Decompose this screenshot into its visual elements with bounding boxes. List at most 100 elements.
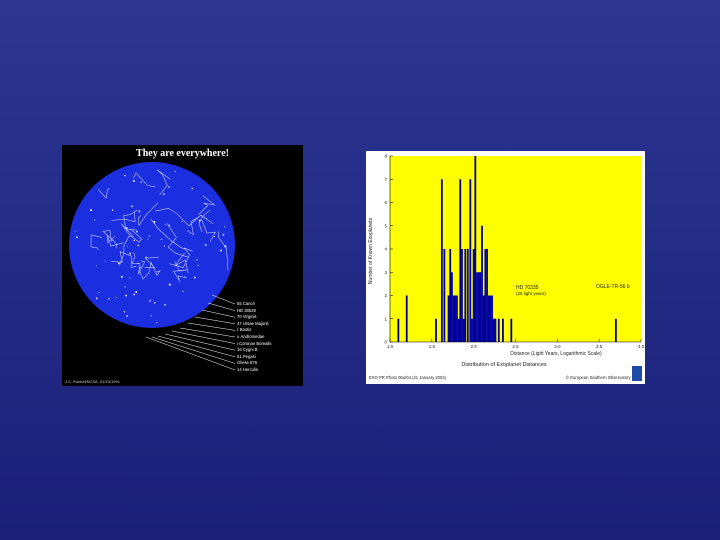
- x-tick-label: 2.5: [512, 344, 519, 349]
- star: [222, 234, 225, 236]
- sky-legend-item: υ Andromedae: [237, 334, 265, 339]
- sky-legend-item: 70 Virginis: [237, 314, 257, 320]
- star: [184, 276, 186, 278]
- star: [168, 224, 171, 227]
- star: [164, 223, 166, 225]
- x-tick-label: 2.0: [471, 344, 478, 349]
- sky-legend-item: 55 Cancri: [237, 301, 255, 306]
- histogram-bar: [482, 295, 485, 342]
- sky-map-panel: They are everywhere! 55 Cancri HD 38529 70…: [62, 145, 303, 386]
- star: [127, 245, 128, 247]
- star: [94, 219, 96, 221]
- histogram-bar: [492, 318, 495, 342]
- histogram-bar: [472, 249, 475, 342]
- star: [150, 315, 152, 317]
- star: [115, 297, 117, 298]
- histogram-bar: [452, 295, 455, 342]
- star: [140, 181, 142, 183]
- y-axis-label: Number of Known Exoplanets: [368, 217, 374, 284]
- star: [124, 174, 126, 177]
- sky-legend-item: 51 Pegasi: [237, 353, 256, 359]
- histogram-footer-right: © European Southern Observatory: [566, 375, 631, 380]
- star: [204, 244, 207, 246]
- star: [179, 281, 181, 283]
- histogram-bar: [487, 295, 490, 342]
- star: [126, 315, 128, 317]
- star: [153, 221, 156, 223]
- histogram-bar: [397, 318, 400, 342]
- legend-pointer-line: [201, 309, 236, 318]
- legend-pointer-line: [187, 322, 236, 331]
- star: [168, 186, 170, 188]
- star: [112, 239, 114, 241]
- legend-pointer-line: [157, 335, 236, 358]
- histogram-bar: [459, 179, 462, 342]
- y-tick-label: 6: [384, 200, 387, 205]
- histogram-bar: [440, 179, 443, 342]
- star: [98, 292, 100, 294]
- star: [213, 235, 216, 238]
- star: [126, 227, 128, 229]
- annotation-hd-sub: (25 light years): [516, 291, 546, 296]
- sky-disk: [69, 162, 235, 328]
- histogram-bar: [462, 318, 465, 342]
- star: [108, 298, 110, 300]
- histogram-bar: [466, 249, 469, 342]
- star: [182, 290, 184, 292]
- star: [150, 299, 152, 301]
- sky-legend-item: HD 38529: [237, 307, 256, 313]
- histogram-bar: [435, 318, 437, 342]
- sky-legend-item: Gliese 876: [237, 360, 258, 366]
- star: [224, 245, 227, 248]
- histogram-bar: [449, 249, 452, 342]
- star: [168, 283, 171, 286]
- x-tick-label: 3.0: [554, 344, 561, 349]
- annotation-ogle: OGLE-TR-56 b: [596, 284, 630, 290]
- star: [129, 252, 132, 255]
- x-tick-label: 3.5: [596, 344, 603, 349]
- sky-legend-item: 16 Cygni B: [237, 347, 258, 353]
- legend-pointer-line: [211, 294, 236, 305]
- star: [97, 249, 99, 250]
- histogram-bar: [491, 295, 493, 342]
- star: [76, 236, 78, 238]
- star: [95, 297, 98, 300]
- y-tick-label: 2: [384, 293, 387, 298]
- y-tick-label: 1: [384, 316, 387, 321]
- star: [196, 259, 198, 261]
- histogram-bar: [489, 295, 492, 342]
- star: [139, 266, 141, 269]
- y-tick-label: 7: [384, 177, 387, 182]
- star: [90, 209, 92, 212]
- histogram-bar: [457, 318, 460, 342]
- star: [162, 193, 165, 195]
- histogram-bar: [481, 225, 483, 342]
- star: [148, 300, 151, 303]
- histogram-bar: [476, 272, 478, 342]
- star: [219, 249, 222, 252]
- x-axis-label: Distance (Light Years, Logarithmic Scale…: [510, 351, 602, 357]
- star: [137, 262, 139, 264]
- x-tick-label: 4.0: [638, 344, 645, 349]
- legend-pointer-line: [145, 336, 236, 371]
- star: [111, 209, 114, 211]
- histogram-bar: [405, 295, 408, 342]
- histogram-chart: 1.0 1.5 2.0 2.5 3.0 3.5 4.0012345678 Distribut…: [368, 154, 645, 369]
- star: [129, 277, 131, 279]
- legend-pointer-line: [171, 330, 236, 344]
- star: [133, 239, 135, 242]
- histogram-bar: [464, 249, 467, 342]
- star: [137, 244, 140, 247]
- y-tick-label: 4: [384, 247, 387, 252]
- star: [135, 291, 138, 294]
- star: [117, 262, 120, 265]
- star: [131, 205, 133, 208]
- histogram-bar: [510, 318, 513, 342]
- y-tick-label: 5: [384, 223, 387, 228]
- star: [120, 275, 123, 278]
- star: [104, 260, 106, 262]
- histogram-bar: [615, 318, 617, 342]
- sky-legend-item: ι Coronae Borealis: [237, 340, 272, 346]
- star: [198, 219, 201, 222]
- star: [95, 265, 97, 267]
